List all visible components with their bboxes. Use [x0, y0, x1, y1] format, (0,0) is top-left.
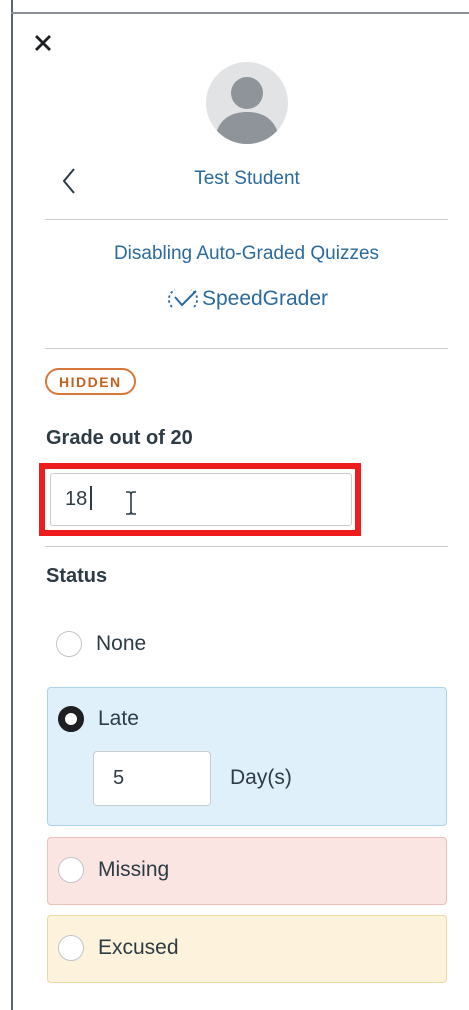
speedgrader-icon	[167, 289, 198, 308]
status-option-label: None	[96, 632, 147, 655]
chevron-left-icon	[62, 168, 75, 194]
status-option-missing[interactable]: Missing	[58, 857, 169, 883]
status-option-late[interactable]: Late	[58, 706, 139, 732]
late-days-input[interactable]	[93, 751, 211, 806]
radio-late-selected[interactable]	[58, 706, 84, 732]
radio-missing[interactable]	[58, 857, 84, 883]
divider	[45, 546, 448, 547]
avatar	[206, 62, 288, 144]
close-icon	[35, 35, 51, 51]
status-label: Status	[46, 565, 108, 587]
grade-input[interactable]	[50, 473, 352, 526]
status-option-label: Late	[98, 707, 139, 730]
speedgrader-link[interactable]: SpeedGrader	[120, 287, 374, 311]
assignment-title-link[interactable]: Disabling Auto-Graded Quizzes	[45, 243, 448, 265]
status-option-label: Missing	[98, 858, 170, 881]
text-caret	[90, 486, 92, 510]
tray-left-border	[11, 0, 13, 1010]
status-option-excused[interactable]: Excused	[58, 935, 179, 961]
close-button[interactable]	[30, 30, 56, 56]
hidden-status-badge: HIDDEN	[45, 368, 136, 395]
speedgrader-label: SpeedGrader	[201, 287, 329, 310]
radio-none[interactable]	[56, 631, 82, 657]
status-option-none[interactable]: None	[56, 631, 146, 657]
divider	[45, 348, 448, 349]
status-option-label: Excused	[98, 936, 179, 959]
tray-top-border	[11, 12, 469, 14]
late-days-unit: Day(s)	[230, 766, 292, 789]
user-silhouette-icon	[214, 77, 280, 144]
divider	[45, 219, 448, 220]
previous-student-button[interactable]	[54, 164, 84, 198]
ibeam-cursor-icon	[126, 491, 136, 515]
student-name-link[interactable]: Test Student	[120, 168, 374, 190]
grade-tray: Test Student Disabling Auto-Graded Quizz…	[0, 0, 469, 1010]
radio-excused[interactable]	[58, 935, 84, 961]
grade-label: Grade out of 20	[46, 427, 193, 449]
